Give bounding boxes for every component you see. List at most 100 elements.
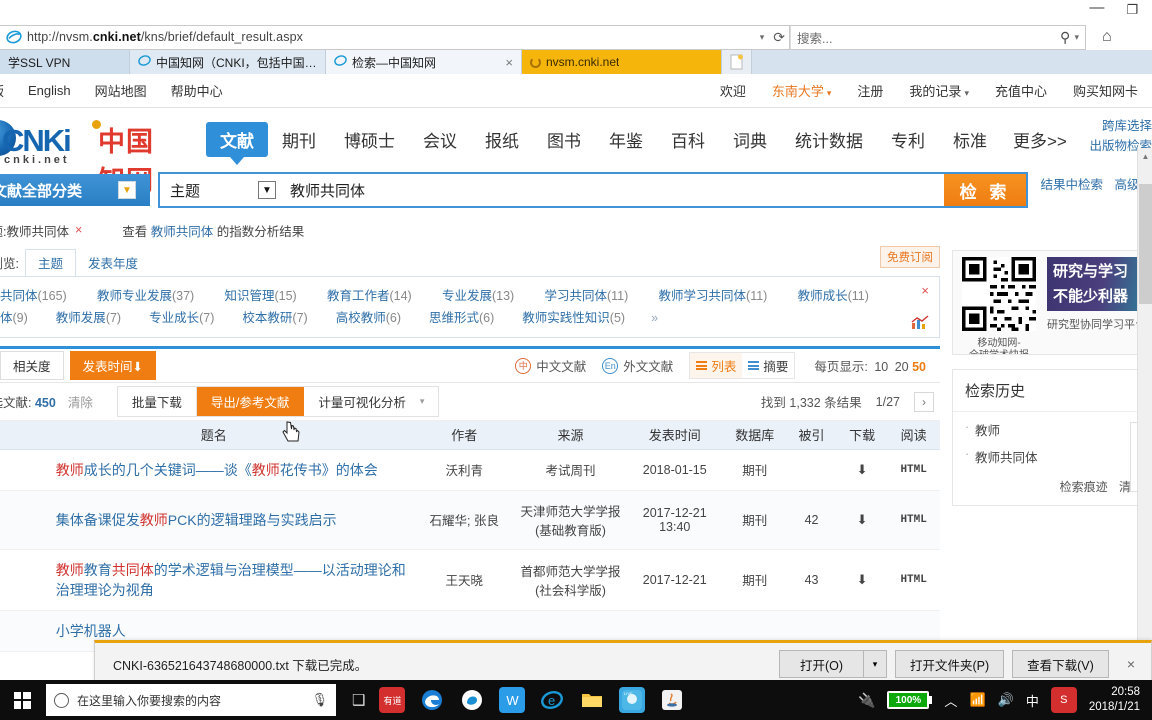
row-checkbox-cell[interactable] <box>0 610 14 651</box>
col-date[interactable]: 发表时间 <box>626 421 724 450</box>
url-dropdown-icon[interactable]: ▾ <box>760 32 765 43</box>
visual-analysis-button[interactable]: 计量可视化分析 ▾ <box>304 387 439 416</box>
search-provider-dropdown-icon[interactable]: ▾ <box>1074 32 1079 43</box>
home-icon[interactable]: ⌂ <box>1102 28 1112 46</box>
keyword-item[interactable]: 教师实践性知识(5) <box>522 307 625 329</box>
close-icon[interactable]: × <box>921 283 929 298</box>
keyword-item[interactable]: 专业成长(7) <box>149 307 214 329</box>
scrollbar-thumb[interactable] <box>1139 184 1152 304</box>
result-title-link[interactable]: 教师教育共同体的学术逻辑与治理模型——以活动理论和治理理论为视角 <box>56 562 406 598</box>
keyword-item[interactable]: 学习共同体(11) <box>544 285 628 307</box>
col-source[interactable]: 来源 <box>514 421 627 450</box>
minimize-button[interactable]: — <box>1089 0 1104 15</box>
tab-nvsm-loading[interactable]: nvsm.cnki.net <box>522 50 722 74</box>
nav-item-encyclopedia[interactable]: 百科 <box>657 123 719 156</box>
account-university[interactable]: 东南大学 ▾ <box>772 81 832 100</box>
history-item[interactable]: 教师共同体 <box>965 447 1139 466</box>
clock[interactable]: 20:58 2018/1/21 <box>1089 685 1144 715</box>
nav-item-standard[interactable]: 标准 <box>939 123 1001 156</box>
search-icon[interactable]: ⚲ <box>1060 29 1070 46</box>
keyword-item[interactable]: 教师发展(7) <box>56 307 121 329</box>
col-author[interactable]: 作者 <box>413 421 515 450</box>
ad-section[interactable]: 研究与学习 不能少利器 研究型协同学习平台 <box>1045 251 1151 354</box>
row-download-icon[interactable]: ⬇ <box>837 549 888 610</box>
link-sitemap[interactable]: 网站地图 <box>95 81 147 100</box>
row-html-link[interactable]: HTML <box>887 490 940 549</box>
col-cited[interactable]: 被引 <box>786 421 837 450</box>
row-download-icon[interactable]: ⬇ <box>837 449 888 490</box>
row-source-cell[interactable]: 考试周刊 <box>515 449 627 490</box>
game-app-icon[interactable]: LIVE <box>619 687 646 713</box>
sogou-browser-icon[interactable] <box>459 687 485 713</box>
nav-item-thesis[interactable]: 博硕士 <box>330 123 409 156</box>
row-author-cell[interactable]: 石耀华; 张良 <box>414 490 515 549</box>
link-cross-database[interactable]: 跨库选择 <box>1032 116 1152 136</box>
filter-chinese-docs[interactable]: 中中文文献 <box>515 356 586 375</box>
keyword-item[interactable]: 校本教研(7) <box>242 307 307 329</box>
open-folder-button[interactable]: 打开文件夹(P) <box>894 650 1005 678</box>
col-download[interactable]: 下载 <box>836 421 888 450</box>
link-search-in-results[interactable]: 结果中检索 <box>1040 178 1103 192</box>
internet-explorer-icon[interactable]: e <box>539 687 565 713</box>
search-trace-link[interactable]: 检索痕迹 <box>1060 480 1108 494</box>
export-references-button[interactable]: 导出/参考文献 <box>196 387 305 416</box>
link-my-records[interactable]: 我的记录 ▾ <box>909 81 969 100</box>
keyword-item[interactable]: 教师成长(11) <box>798 285 869 307</box>
col-title[interactable]: 题名 <box>13 421 414 450</box>
wifi-icon[interactable]: 📶 <box>969 692 985 708</box>
nav-item-literature[interactable]: 文献 <box>206 121 268 165</box>
condition-remove-icon[interactable]: × <box>75 223 82 237</box>
scroll-up-icon[interactable]: ▲ <box>1138 148 1152 164</box>
next-page-button[interactable]: › <box>914 391 934 412</box>
ime-indicator[interactable]: 中 <box>1026 691 1039 710</box>
file-explorer-icon[interactable] <box>579 687 605 713</box>
nav-item-statistics[interactable]: 统计数据 <box>781 123 877 156</box>
edge-browser-icon[interactable] <box>419 687 445 713</box>
chevron-down-icon[interactable]: ▼ <box>118 181 136 199</box>
keyword-item[interactable]: 师个体(9) <box>0 307 28 329</box>
keyword-item[interactable]: 教育工作者(14) <box>327 285 412 307</box>
search-button[interactable]: 检 索 <box>944 174 1026 206</box>
keyword-expand-more[interactable]: » <box>651 307 658 329</box>
nav-item-book[interactable]: 图书 <box>533 123 595 156</box>
nav-item-dictionary[interactable]: 词典 <box>719 123 781 156</box>
keyword-item[interactable]: 教师学习共同体(11) <box>659 285 768 307</box>
row-author-cell[interactable]: 王天晓 <box>414 549 515 610</box>
row-source-cell[interactable]: 天津师范大学学报(基础教育版) <box>515 490 627 549</box>
batch-download-button[interactable]: 批量下载 <box>117 387 197 416</box>
page-scrollbar[interactable]: ▲ ▼ <box>1137 148 1152 686</box>
search-keyword-input[interactable] <box>282 174 944 206</box>
open-file-button[interactable]: 打开(O) <box>778 650 863 678</box>
browser-search-box[interactable]: 搜索... ⚲ ▾ <box>790 24 1086 50</box>
clear-selection-button[interactable]: 清除 <box>68 392 93 411</box>
col-read[interactable]: 阅读 <box>887 421 940 450</box>
java-app-icon[interactable] <box>659 687 685 713</box>
link-help-center[interactable]: 帮助中心 <box>171 81 223 100</box>
row-download-icon[interactable]: ⬇ <box>837 490 888 549</box>
cnki-logo[interactable]: CNKi 中国知网 cnki.net <box>0 114 180 196</box>
row-checkbox-cell[interactable] <box>0 490 14 549</box>
keyword-item[interactable]: 教师专业发展(37) <box>97 285 194 307</box>
nav-item-newspaper[interactable]: 报纸 <box>471 123 533 156</box>
volume-icon[interactable]: 🔊 <box>998 692 1014 708</box>
url-bar[interactable]: http://nvsm.cnki.net/kns/brief/default_r… <box>0 24 790 50</box>
show-hidden-icons-chevron[interactable]: ︿ <box>944 691 957 710</box>
keyword-item[interactable]: 专业发展(13) <box>442 285 514 307</box>
link-buy-card[interactable]: 购买知网卡 <box>1073 81 1138 100</box>
search-field-selector[interactable]: 主题 ▼ <box>160 174 282 206</box>
result-title-link[interactable]: 集体备课促发教师PCK的逻辑理路与实践启示 <box>56 512 337 528</box>
keyword-item[interactable]: 知识管理(15) <box>224 285 296 307</box>
row-checkbox-cell[interactable] <box>0 449 14 490</box>
category-selector[interactable]: 文献全部分类 ▼ <box>0 174 150 206</box>
tab-cnki-search[interactable]: 检索—中国知网 × <box>326 50 522 74</box>
view-downloads-button[interactable]: 查看下载(V) <box>1012 650 1109 678</box>
row-html-link[interactable]: HTML <box>887 549 940 610</box>
filter-foreign-docs[interactable]: En 外文文献 <box>602 356 673 375</box>
sogou-ime-icon[interactable]: S <box>1050 687 1077 713</box>
task-view-icon[interactable]: ❑ <box>352 691 365 709</box>
per-page-50[interactable]: 50 <box>912 360 926 374</box>
table-row[interactable]: 教师成长的几个关键词——谈《教师花传书》的体会 沃利青 考试周刊 2018-01… <box>0 449 940 490</box>
col-database[interactable]: 数据库 <box>723 421 787 450</box>
refresh-icon[interactable]: ⟳ <box>773 29 785 46</box>
group-tab-subject[interactable]: 主题 <box>24 249 76 277</box>
